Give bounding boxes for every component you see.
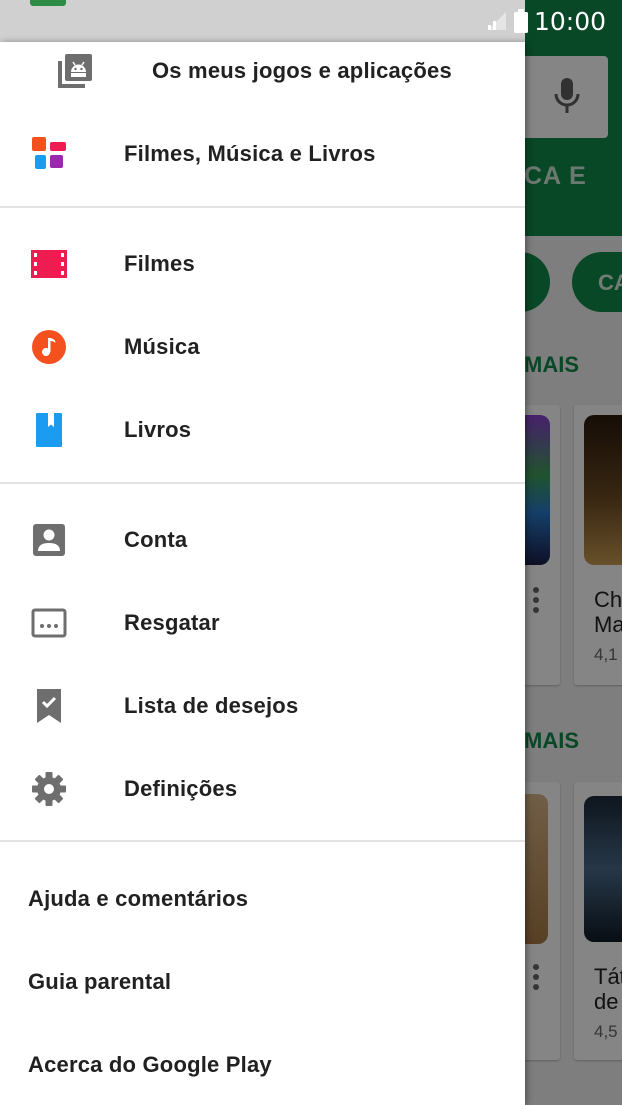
- drawer-item-label: Conta: [124, 526, 188, 552]
- divider: [0, 482, 525, 484]
- music-note-icon: [30, 328, 68, 366]
- drawer-item-label: Resgatar: [124, 609, 220, 635]
- drawer-item-account[interactable]: Conta: [0, 498, 525, 581]
- drawer-item-parental-guide[interactable]: Guia parental: [0, 940, 525, 1023]
- drawer-item-wishlist[interactable]: Lista de desejos: [0, 664, 525, 747]
- app-icon-peek: [30, 0, 66, 6]
- drawer-item-label: Definições: [124, 775, 238, 801]
- navigation-drawer: Os meus jogos e aplicações Filmes, Músic…: [0, 42, 525, 1105]
- drawer-item-label: Livros: [124, 416, 192, 442]
- drawer-item-about-google-play[interactable]: Acerca do Google Play: [0, 1023, 525, 1105]
- drawer-item-books[interactable]: Livros: [0, 388, 525, 471]
- book-icon: [30, 411, 68, 449]
- drawer-item-settings[interactable]: Definições: [0, 747, 525, 830]
- drawer-item-redeem[interactable]: Resgatar: [0, 581, 525, 664]
- redeem-icon: [30, 604, 68, 642]
- settings-gear-icon: [30, 770, 68, 808]
- drawer-item-movies[interactable]: Filmes: [0, 222, 525, 305]
- account-icon: [30, 521, 68, 559]
- drawer-item-label: Os meus jogos e aplicações: [152, 57, 452, 83]
- drawer-item-label: Lista de desejos: [124, 692, 299, 718]
- drawer-item-label: Filmes, Música e Livros: [124, 140, 376, 166]
- drawer-item-help-feedback[interactable]: Ajuda e comentários: [0, 857, 525, 940]
- drawer-item-label: Música: [124, 333, 200, 359]
- drawer-item-label: Filmes: [124, 250, 195, 276]
- drawer-item-label: Guia parental: [28, 968, 172, 994]
- film-strip-icon: [30, 245, 68, 283]
- clock: 10:00: [533, 6, 606, 36]
- wishlist-bookmark-icon: [30, 687, 68, 725]
- divider: [0, 206, 525, 208]
- divider: [0, 840, 525, 842]
- drawer-item-label: Acerca do Google Play: [28, 1051, 272, 1077]
- drawer-item-music[interactable]: Música: [0, 305, 525, 388]
- drawer-item-movies-music-books[interactable]: Filmes, Música e Livros: [0, 112, 525, 195]
- my-apps-library-icon: [56, 52, 94, 90]
- drawer-item-my-apps[interactable]: Os meus jogos e aplicações: [0, 29, 525, 112]
- drawer-item-label: Ajuda e comentários: [28, 885, 249, 911]
- movies-music-books-icon: [30, 135, 68, 173]
